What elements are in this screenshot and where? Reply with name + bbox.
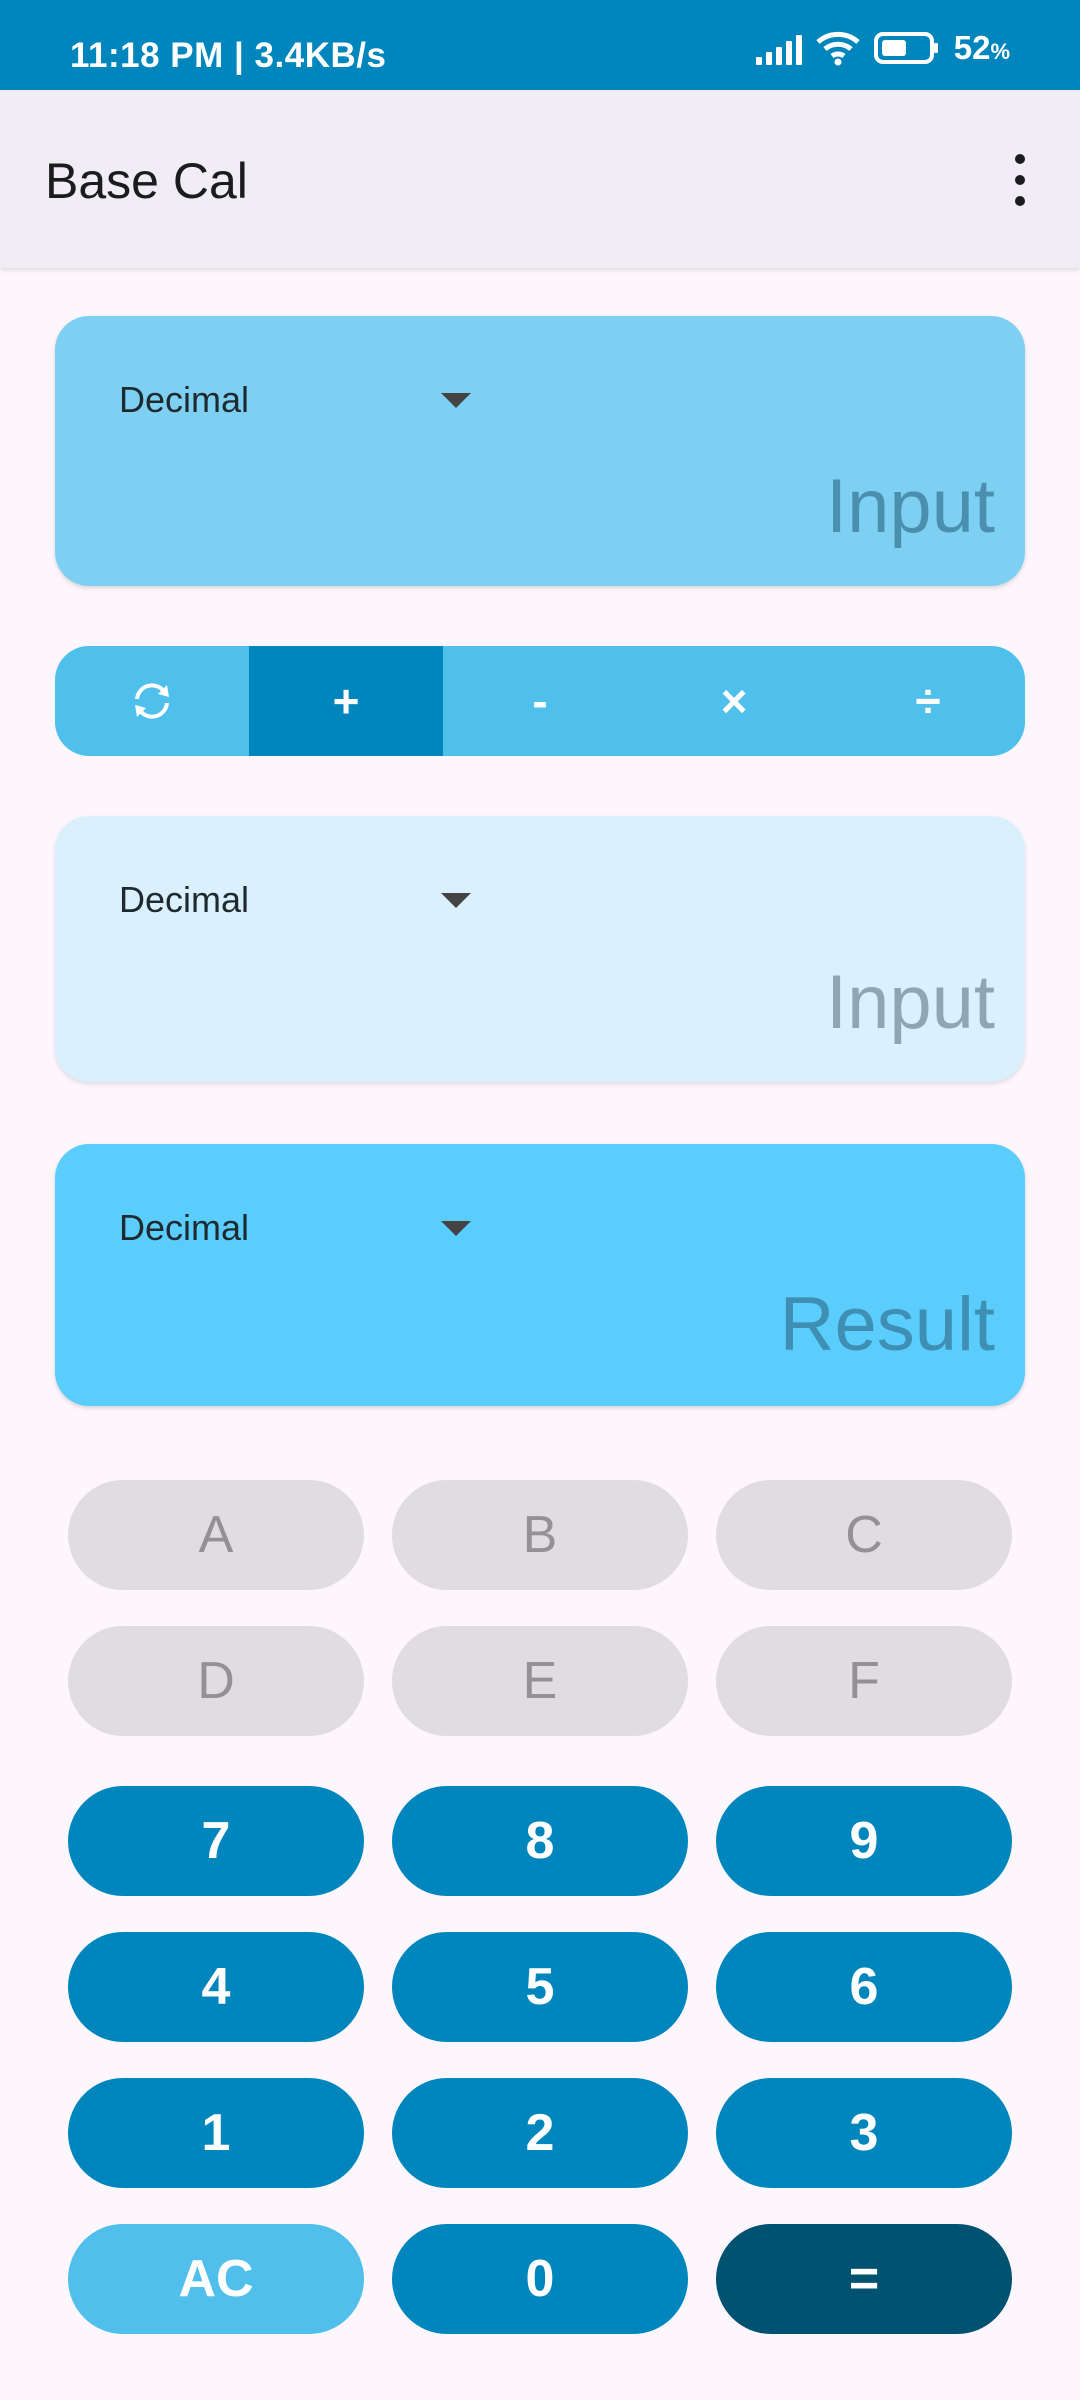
key-9[interactable]: 9 [716, 1786, 1012, 1896]
second-input-card[interactable]: Decimal Input [55, 816, 1025, 1082]
status-time: 11:18 PM | 3.4KB/s [70, 36, 387, 75]
first-input-field[interactable]: Input [826, 463, 995, 550]
result-card: Decimal Result [55, 1144, 1025, 1406]
result-base-label: Decimal [119, 1207, 250, 1248]
divide-operation-button[interactable]: ÷ [831, 646, 1025, 756]
battery-icon [873, 31, 940, 65]
first-input-card[interactable]: Decimal Input [55, 316, 1025, 586]
multiply-operation-button[interactable]: × [637, 646, 831, 756]
key-c[interactable]: C [716, 1480, 1012, 1590]
result-field: Result [779, 1282, 995, 1367]
subtract-operation-button[interactable]: - [443, 646, 637, 756]
app-title: Base Cal [45, 153, 248, 209]
key-3[interactable]: 3 [716, 2078, 1012, 2188]
swap-button[interactable] [55, 646, 249, 756]
first-base-dropdown[interactable]: Decimal [119, 370, 471, 430]
key-8[interactable]: 8 [392, 1786, 688, 1896]
key-e[interactable]: E [392, 1626, 688, 1736]
key-5[interactable]: 5 [392, 1932, 688, 2042]
key-1[interactable]: 1 [68, 2078, 364, 2188]
caret-down-icon [441, 392, 471, 408]
second-base-label: Decimal [119, 879, 250, 920]
caret-down-icon [441, 892, 471, 908]
key-6[interactable]: 6 [716, 1932, 1012, 2042]
key-b[interactable]: B [392, 1480, 688, 1590]
swap-icon [135, 683, 169, 719]
operation-selector: + - × ÷ [55, 646, 1025, 756]
key-f[interactable]: F [716, 1626, 1012, 1736]
key-0[interactable]: 0 [392, 2224, 688, 2334]
key-4[interactable]: 4 [68, 1932, 364, 2042]
key-2[interactable]: 2 [392, 2078, 688, 2188]
second-input-field[interactable]: Input [826, 959, 995, 1046]
status-bar: 11:18 PM | 3.4KB/s 52% [0, 0, 1080, 90]
caret-down-icon [441, 1220, 471, 1236]
status-icons: 52% [755, 28, 1010, 68]
key-d[interactable]: D [68, 1626, 364, 1736]
add-operation-button[interactable]: + [249, 646, 443, 756]
equals-button[interactable]: = [716, 2224, 1012, 2334]
second-base-dropdown[interactable]: Decimal [119, 870, 471, 930]
result-base-dropdown[interactable]: Decimal [119, 1198, 471, 1258]
first-base-label: Decimal [119, 379, 250, 420]
more-vert-icon[interactable] [1000, 150, 1040, 210]
key-7[interactable]: 7 [68, 1786, 364, 1896]
clear-button[interactable]: AC [68, 2224, 364, 2334]
app-bar: Base Cal [0, 90, 1080, 268]
wifi-icon [816, 30, 860, 66]
signal-icon [755, 31, 802, 65]
battery-percent: 52% [953, 29, 1010, 66]
key-a[interactable]: A [68, 1480, 364, 1590]
